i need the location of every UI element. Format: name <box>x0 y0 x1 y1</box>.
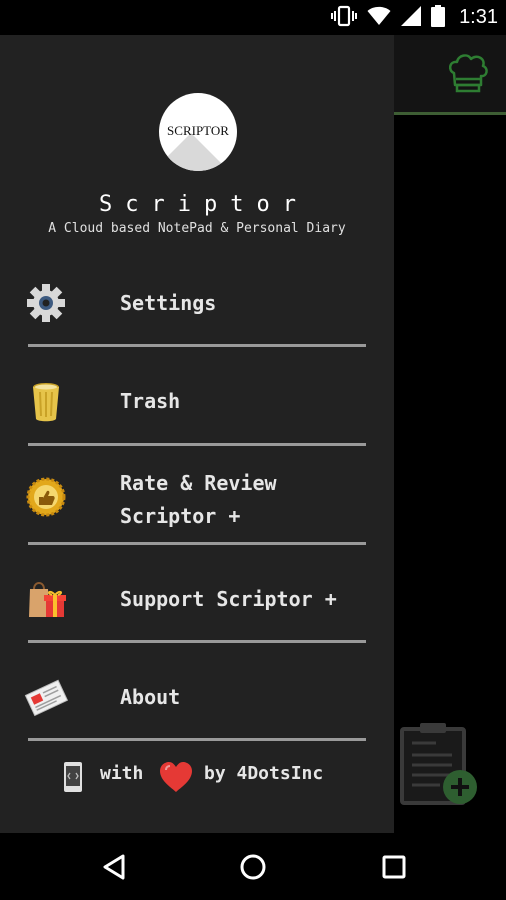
divider <box>28 640 366 643</box>
menu-item-settings[interactable]: Settings <box>0 273 394 333</box>
heart-icon <box>158 761 194 793</box>
app-title: Scriptor <box>99 192 309 217</box>
menu-item-label: Support Scriptor + <box>120 587 337 611</box>
app-logo: SCRIPTOR <box>159 93 237 171</box>
menu-item-label: About <box>120 685 181 709</box>
menu-item-rate-review[interactable]: Rate & Review Scriptor + <box>0 465 394 537</box>
divider <box>28 443 366 446</box>
signal-icon <box>401 5 422 30</box>
home-icon[interactable] <box>237 851 269 883</box>
status-time: 1:31 <box>459 6 498 28</box>
navigation-drawer: SCRIPTOR Scriptor A Cloud based NotePad … <box>0 35 394 833</box>
clipboard-add-icon <box>396 723 486 817</box>
wifi-icon <box>367 6 391 30</box>
menu-item-support[interactable]: Support Scriptor + <box>0 569 394 629</box>
newspaper-icon <box>24 675 69 719</box>
gear-icon <box>24 281 68 325</box>
menu-item-label: Trash <box>120 389 181 413</box>
navigation-bar <box>0 833 506 900</box>
background-app <box>394 35 506 833</box>
status-icons: 1:31 <box>331 0 498 35</box>
divider <box>28 542 366 545</box>
menu-item-trash[interactable]: Trash <box>0 371 394 431</box>
divider <box>28 738 366 741</box>
footer-by-text: by 4DotsInc <box>204 763 324 784</box>
back-icon[interactable] <box>99 851 131 883</box>
menu-item-about[interactable]: About <box>0 667 394 727</box>
vibrate-icon <box>331 5 358 31</box>
battery-icon <box>431 4 446 31</box>
menu-item-label: Rate & Review Scriptor + <box>120 471 277 528</box>
chef-hat-icon[interactable] <box>446 51 490 95</box>
drawer-footer: with by 4DotsInc <box>0 757 394 797</box>
logo-text: SCRIPTOR <box>167 123 229 138</box>
background-toolbar <box>394 35 506 115</box>
screen: 1:31 SCRIPTOR Scriptor A Cloud based Not… <box>0 0 506 900</box>
app-subtitle: A Cloud based NotePad & Personal Diary <box>48 221 346 236</box>
add-note-button[interactable] <box>396 723 486 813</box>
divider <box>28 344 366 347</box>
thumbs-up-badge-icon <box>24 475 68 519</box>
menu-item-label: Settings <box>120 291 217 315</box>
footer-with-text: with <box>100 763 144 784</box>
trash-icon <box>24 379 68 423</box>
recents-icon[interactable] <box>378 851 410 883</box>
status-bar: 1:31 <box>0 0 506 35</box>
gift-shopping-bag-icon <box>24 577 68 621</box>
phone-icon <box>62 761 84 793</box>
